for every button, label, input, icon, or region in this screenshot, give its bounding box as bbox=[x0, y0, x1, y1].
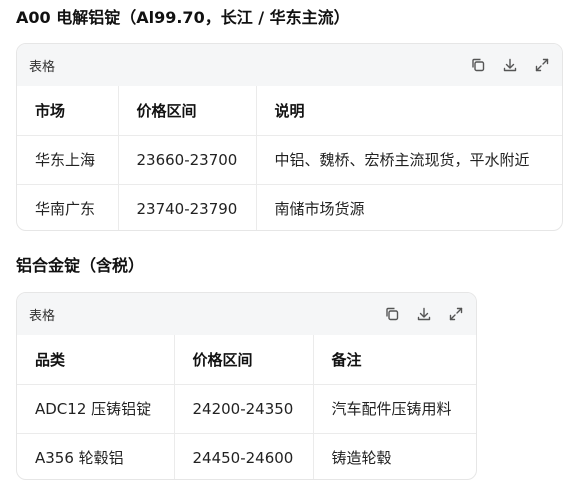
table-header-row: 品类 价格区间 备注 bbox=[17, 335, 476, 385]
table-row: 华南广东 23740-23790 南储市场货源 bbox=[17, 184, 562, 230]
table-row: A356 轮毂铝 24450-24600 铸造轮毂 bbox=[17, 433, 476, 479]
expand-icon[interactable] bbox=[448, 306, 464, 322]
table-toolbar-label: 表格 bbox=[29, 308, 56, 324]
table-row: ADC12 压铸铝锭 24200-24350 汽车配件压铸用料 bbox=[17, 384, 476, 434]
download-icon[interactable] bbox=[416, 306, 432, 322]
copy-icon[interactable] bbox=[470, 57, 486, 73]
section-heading-a00: A00 电解铝锭（Al99.70，长江 / 华东主流） bbox=[16, 8, 350, 27]
table-cell: 24450-24600 bbox=[173, 433, 313, 479]
copy-icon[interactable] bbox=[384, 306, 400, 322]
table-toolbar: 表格 bbox=[17, 44, 562, 86]
table-cell: ADC12 压铸铝锭 bbox=[17, 384, 174, 434]
column-header: 说明 bbox=[255, 86, 562, 136]
table-cell: 汽车配件压铸用料 bbox=[312, 384, 476, 434]
table-cell: 南储市场货源 bbox=[255, 184, 562, 230]
expand-icon[interactable] bbox=[534, 57, 550, 73]
price-table-a00: 市场 价格区间 说明 华东上海 23660-23700 中铝、魏桥、宏桥主流现货… bbox=[17, 86, 562, 230]
table-toolbar: 表格 bbox=[17, 293, 476, 335]
table-cell: 23660-23700 bbox=[117, 135, 256, 185]
column-header: 备注 bbox=[312, 335, 476, 385]
table-header-row: 市场 价格区间 说明 bbox=[17, 86, 562, 136]
download-icon[interactable] bbox=[502, 57, 518, 73]
table-toolbar-label: 表格 bbox=[29, 59, 56, 75]
toolbar-actions bbox=[384, 306, 464, 322]
column-header: 市场 bbox=[17, 86, 118, 136]
section-heading-alloy: 铝合金锭（含税） bbox=[16, 256, 145, 275]
page: A00 电解铝锭（Al99.70，长江 / 华东主流） 表格 市场 价格区间 说… bbox=[0, 0, 577, 492]
table-cell: 24200-24350 bbox=[173, 384, 313, 434]
price-table-alloy: 品类 价格区间 备注 ADC12 压铸铝锭 24200-24350 汽车配件压铸… bbox=[17, 335, 476, 479]
toolbar-actions bbox=[470, 57, 550, 73]
column-header: 价格区间 bbox=[117, 86, 256, 136]
table-card-alloy: 表格 品类 价格区间 备注 ADC12 压铸铝锭 24200-24350 汽车配… bbox=[16, 292, 477, 480]
table-cell: 华南广东 bbox=[35, 200, 96, 219]
table-cell: 华东上海 bbox=[17, 135, 118, 185]
table-cell: 23740-23790 bbox=[117, 184, 256, 230]
table-row: 华东上海 23660-23700 中铝、魏桥、宏桥主流现货，平水附近 bbox=[17, 135, 562, 185]
table-cell: A356 轮毂铝 bbox=[35, 449, 124, 468]
table-cell: 中铝、魏桥、宏桥主流现货，平水附近 bbox=[255, 135, 562, 185]
table-card-a00: 表格 市场 价格区间 说明 华东上海 23660-23700 中铝、魏桥、宏桥主… bbox=[16, 43, 563, 231]
table-cell: 铸造轮毂 bbox=[312, 433, 476, 479]
column-header: 品类 bbox=[17, 335, 174, 385]
column-header: 价格区间 bbox=[173, 335, 313, 385]
